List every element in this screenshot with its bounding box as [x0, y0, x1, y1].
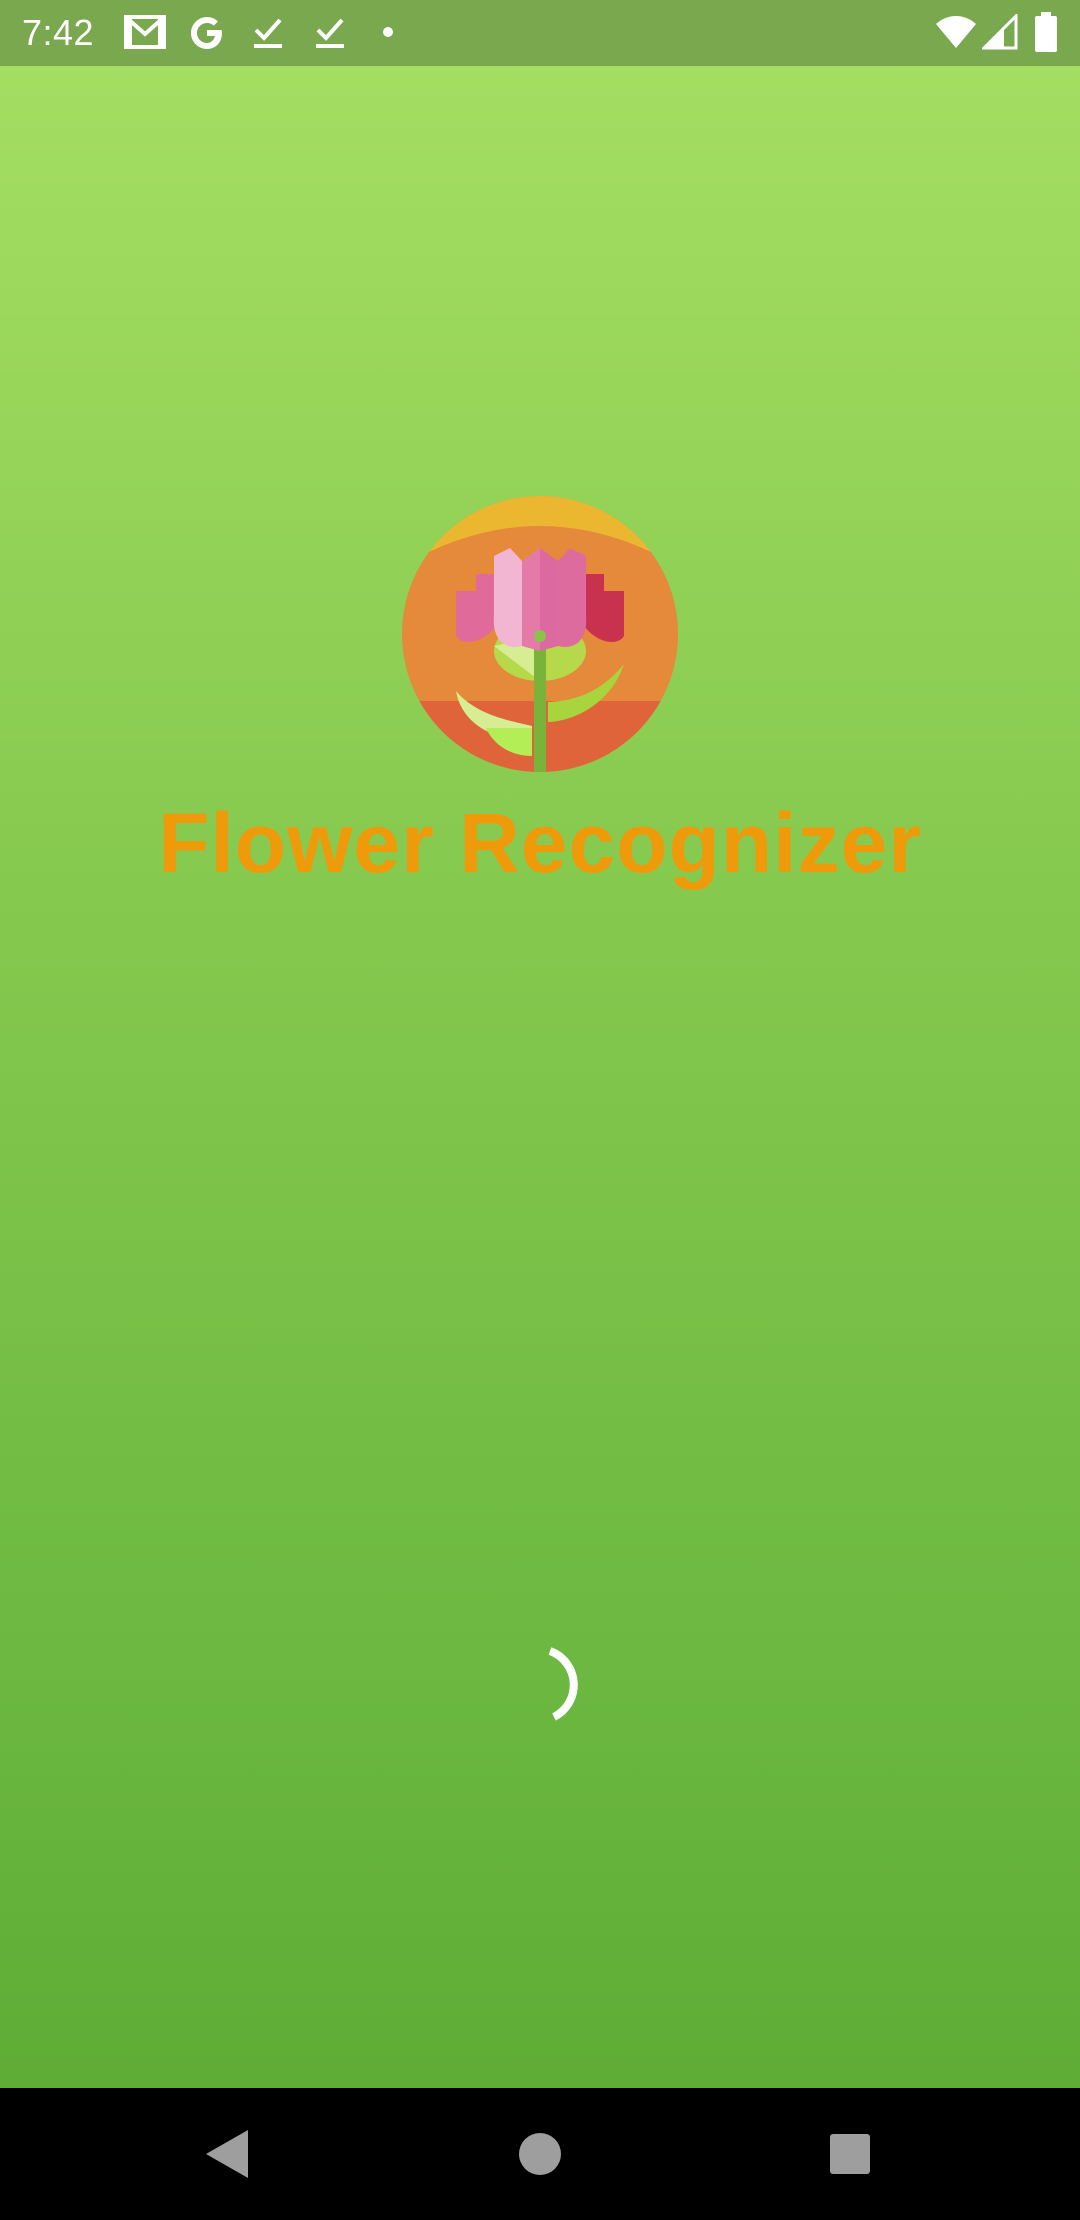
splash-screen: 7:42 Flower Recognizer	[0, 0, 1080, 2220]
cell-signal-icon	[982, 14, 1018, 50]
home-icon[interactable]	[510, 2124, 570, 2184]
app-title: Flower Recognizer	[158, 796, 922, 890]
navigation-bar	[0, 2088, 1080, 2220]
wifi-icon	[936, 16, 976, 48]
back-icon[interactable]	[200, 2124, 260, 2184]
status-bar: 7:42	[0, 0, 1080, 66]
flower-logo-icon	[402, 496, 678, 772]
download-done-icon	[316, 18, 344, 48]
google-icon	[191, 17, 222, 49]
gmail-icon	[124, 15, 166, 49]
spinner-icon	[548, 1647, 578, 1721]
battery-icon	[1035, 12, 1057, 52]
download-done-icon	[254, 18, 282, 48]
status-time: 7:42	[22, 12, 95, 53]
recents-icon[interactable]	[820, 2124, 880, 2184]
dot-icon	[383, 27, 393, 37]
